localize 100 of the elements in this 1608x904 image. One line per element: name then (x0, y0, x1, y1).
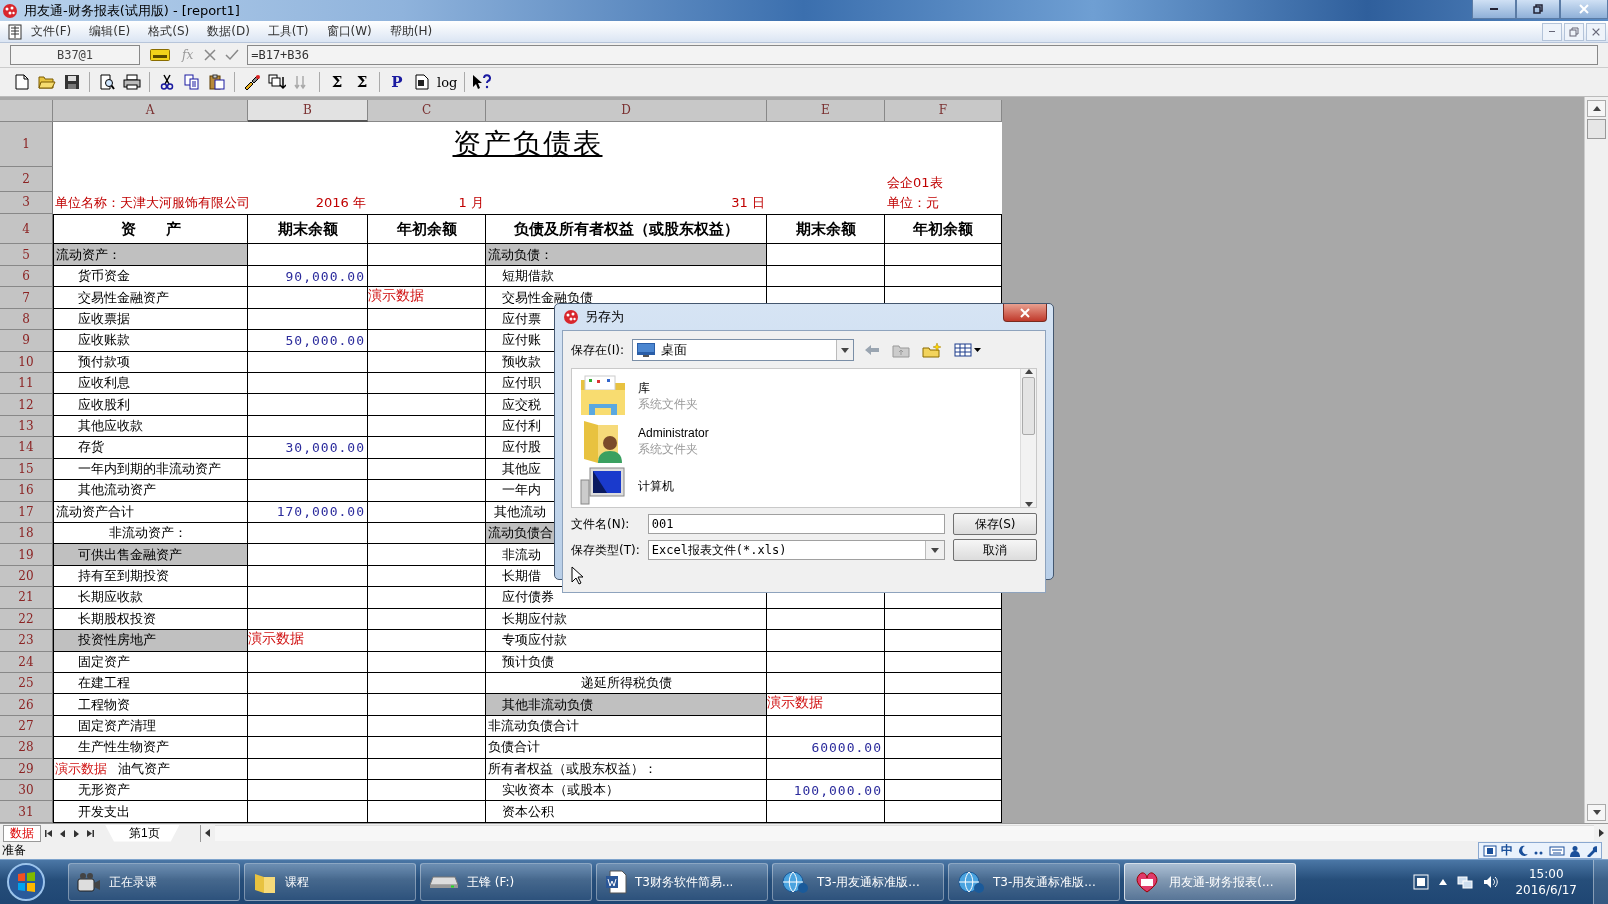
row-header[interactable]: 24 (0, 651, 53, 673)
close-button[interactable] (1586, 22, 1606, 41)
row-header[interactable]: 28 (0, 737, 53, 759)
row-header[interactable]: 18 (0, 522, 53, 545)
row-header[interactable]: 21 (0, 587, 53, 609)
column-header[interactable]: B (248, 100, 368, 122)
sum-button[interactable]: Σ (325, 71, 349, 93)
clipboard-icon (209, 74, 225, 90)
cell-reference-field[interactable]: B37@1 (10, 45, 140, 65)
input-mode-toggle[interactable]: 中 (1501, 842, 1513, 859)
taskbar-button[interactable]: 王锋 (F:) (420, 863, 592, 901)
sheet-tab[interactable]: 第1页 (105, 824, 180, 842)
row-header[interactable]: 26 (0, 694, 53, 716)
cancel-icon[interactable] (203, 48, 218, 62)
row-header[interactable]: 23 (0, 630, 53, 652)
row-header[interactable]: 13 (0, 415, 53, 438)
taskbar-button[interactable]: 正在录课 (68, 863, 240, 901)
mode-indicator[interactable]: 数据 (3, 824, 41, 842)
scroll-down-button[interactable] (1587, 804, 1606, 821)
menu-item[interactable]: 编辑(E) (80, 23, 140, 40)
row-header[interactable]: 29 (0, 758, 53, 781)
column-header[interactable]: E (767, 100, 885, 122)
row-header[interactable]: 1 (0, 121, 53, 167)
row-header[interactable]: 14 (0, 437, 53, 459)
minimize-button[interactable] (1472, 0, 1516, 19)
show-hidden-icon[interactable] (1439, 879, 1448, 885)
windows-logo-icon (6, 862, 46, 902)
ime-icon[interactable] (1413, 874, 1430, 890)
save-button[interactable]: 保存(S) (953, 513, 1037, 535)
row-header[interactable]: 7 (0, 287, 53, 309)
network-icon[interactable] (1457, 874, 1474, 890)
location-dropdown[interactable]: 桌面 (631, 339, 854, 361)
row-header[interactable]: 17 (0, 501, 53, 523)
restore-button[interactable] (1516, 0, 1560, 19)
row-header[interactable]: 11 (0, 373, 53, 395)
file-type-dropdown[interactable]: Excel报表文件(*.xls) (647, 540, 945, 560)
cancel-button[interactable]: 取消 (953, 539, 1037, 561)
row-header[interactable]: 6 (0, 265, 53, 288)
taskbar-button[interactable]: T3-用友通标准版... (772, 863, 944, 901)
view-menu-button[interactable] (951, 343, 984, 357)
taskbar-button[interactable]: 用友通-财务报表(... (1124, 863, 1296, 901)
taskbar-button[interactable]: T3-用友通标准版... (948, 863, 1120, 901)
row-header[interactable]: 31 (0, 801, 53, 823)
document-menu-icon[interactable] (8, 23, 22, 40)
ime-logo-icon[interactable] (1483, 844, 1497, 857)
file-name-field[interactable]: 001 (647, 514, 945, 534)
restore-button[interactable] (1564, 22, 1584, 41)
column-header[interactable]: D (486, 100, 767, 122)
row-header[interactable]: 22 (0, 608, 53, 631)
taskbar-button[interactable]: 课程 (244, 863, 416, 901)
scrollbar-thumb[interactable] (1587, 119, 1606, 139)
row-header[interactable]: 16 (0, 480, 53, 502)
clock-date[interactable]: 2016/6/17 (1515, 882, 1577, 898)
column-sum-button[interactable]: Σ (350, 71, 374, 93)
row-header[interactable]: 27 (0, 715, 53, 738)
taskbar-button[interactable]: T3财务软件简易... (596, 863, 768, 901)
row-header[interactable]: 25 (0, 672, 53, 695)
moon-icon[interactable] (1517, 844, 1529, 857)
close-button[interactable] (1003, 304, 1047, 322)
log-button[interactable]: log (435, 71, 460, 93)
scroll-up-button[interactable] (1587, 100, 1606, 117)
menu-item[interactable]: 帮助(H) (380, 23, 442, 40)
column-header[interactable]: C (368, 100, 486, 122)
row-header[interactable]: 30 (0, 780, 53, 802)
row-header[interactable]: 10 (0, 351, 53, 373)
row-header[interactable]: 2 (0, 166, 53, 192)
row-header[interactable]: 20 (0, 565, 53, 588)
menu-item[interactable]: 工具(T) (258, 23, 318, 40)
scrollbar-thumb[interactable] (1022, 377, 1035, 435)
clock-time[interactable]: 15:00 (1528, 866, 1564, 882)
row-header[interactable]: 3 (0, 191, 53, 214)
speaker-icon[interactable] (1483, 874, 1500, 890)
column-header[interactable]: A (53, 100, 248, 122)
menu-item[interactable]: 数据(D) (198, 23, 259, 40)
show-desktop-button[interactable] (1593, 860, 1608, 904)
print-button[interactable] (120, 71, 144, 93)
menu-item[interactable]: 窗口(W) (317, 23, 381, 40)
function-wizard-button[interactable] (148, 49, 172, 61)
row-header[interactable]: 19 (0, 544, 53, 566)
row-header[interactable]: 9 (0, 330, 53, 352)
formula-field[interactable]: =B17+B36 (247, 45, 1598, 65)
vertical-scrollbar[interactable] (1584, 97, 1608, 823)
table-cell: 资本公积 (486, 801, 767, 823)
row-header[interactable]: 5 (0, 244, 53, 266)
confirm-icon[interactable] (225, 48, 240, 62)
row-header[interactable]: 12 (0, 394, 53, 416)
person-icon[interactable] (1569, 844, 1581, 857)
corner-cell[interactable] (0, 100, 53, 122)
start-button[interactable] (6, 862, 46, 902)
menu-item[interactable]: 文件(F) (22, 23, 81, 40)
row-header[interactable]: 15 (0, 458, 53, 481)
page-setup-button[interactable]: P (385, 71, 409, 93)
wrench-icon[interactable] (1585, 844, 1597, 857)
column-header[interactable]: F (885, 100, 1002, 122)
close-icon (1019, 307, 1031, 318)
close-button[interactable] (1560, 0, 1608, 19)
list-scrollbar[interactable] (1020, 369, 1036, 507)
menu-item[interactable]: 格式(S) (139, 23, 199, 40)
row-header[interactable]: 8 (0, 308, 53, 331)
row-header[interactable]: 4 (0, 213, 53, 245)
